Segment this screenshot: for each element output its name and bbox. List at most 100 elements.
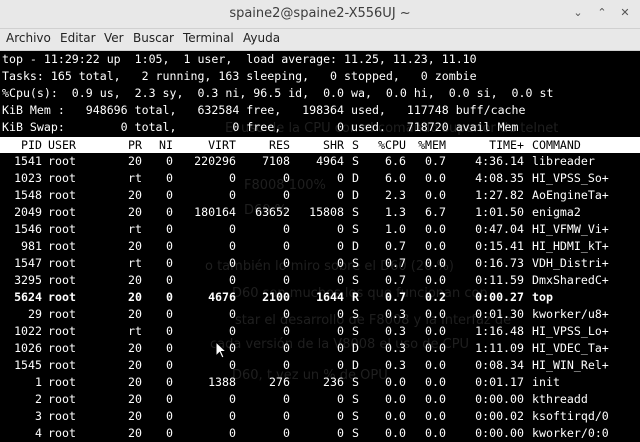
cell-shr: 1644 bbox=[316, 290, 344, 304]
minimize-icon[interactable]: ⌄ bbox=[570, 5, 586, 21]
cell-command: top bbox=[532, 290, 553, 304]
cell-cpu: 6.0 bbox=[385, 171, 406, 185]
cell-user: root bbox=[48, 341, 76, 355]
cell-shr: 15808 bbox=[309, 205, 344, 219]
menu-ayuda[interactable]: Ayuda bbox=[243, 31, 280, 45]
cell-user: root bbox=[48, 273, 76, 287]
cell-shr: 0 bbox=[337, 222, 344, 236]
cell-virt: 1388 bbox=[208, 375, 236, 389]
cell-pr: rt bbox=[128, 171, 142, 185]
cell-pid: 1541 bbox=[14, 154, 42, 168]
cell-shr: 0 bbox=[337, 256, 344, 270]
cell-state: D bbox=[352, 171, 359, 185]
cell-state: S bbox=[352, 222, 359, 236]
cell-shr: 0 bbox=[337, 239, 344, 253]
cell-pid: 1 bbox=[35, 375, 42, 389]
cell-pr: 20 bbox=[128, 154, 142, 168]
cell-user: root bbox=[48, 256, 76, 270]
cell-virt: 0 bbox=[229, 324, 236, 338]
menu-buscar[interactable]: Buscar bbox=[133, 31, 174, 45]
cell-state: S bbox=[352, 392, 359, 406]
cell-mem: 0.2 bbox=[425, 290, 446, 304]
cell-command: HI_VFMW_Vi+ bbox=[532, 222, 609, 236]
cell-command: HI_VPSS_Lo+ bbox=[532, 324, 609, 338]
cell-res: 0 bbox=[283, 324, 290, 338]
cell-pr: rt bbox=[128, 256, 142, 270]
cell-res: 0 bbox=[283, 273, 290, 287]
cell-pid: 29 bbox=[28, 307, 42, 321]
title-bar[interactable]: spaine2@spaine2-X556UJ ~ ⌄ ⌃ ✕ bbox=[0, 0, 640, 29]
table-row: 2049 root 20 0 180164 63652 15808 S 1.3 6.7 1:01.5… bbox=[0, 204, 640, 221]
table-row: 1023 root rt 0 0 0 0 D 6.0 0.0 4:08.35 HI_VPSS_So+ bbox=[0, 170, 640, 187]
menu-archivo[interactable]: Archivo bbox=[6, 31, 51, 45]
cell-time: 0:00.02 bbox=[475, 409, 524, 423]
cell-ni: 0 bbox=[166, 341, 173, 355]
cell-pr: 20 bbox=[128, 188, 142, 202]
cell-ni: 0 bbox=[166, 239, 173, 253]
cell-virt: 4676 bbox=[208, 290, 236, 304]
cell-res: 0 bbox=[283, 188, 290, 202]
cell-command: HI_VPSS_So+ bbox=[532, 171, 609, 185]
cell-virt: 0 bbox=[229, 222, 236, 236]
cell-res: 276 bbox=[269, 375, 290, 389]
cell-shr: 0 bbox=[337, 409, 344, 423]
cell-ni: 0 bbox=[166, 324, 173, 338]
cell-shr: 0 bbox=[337, 307, 344, 321]
cell-time: 0:00.00 bbox=[475, 392, 524, 406]
cell-virt: 0 bbox=[229, 307, 236, 321]
cell-command: VDH_Distri+ bbox=[532, 256, 609, 270]
cell-user: root bbox=[48, 239, 76, 253]
cell-cpu: 0.0 bbox=[385, 375, 406, 389]
cell-state: S bbox=[352, 307, 359, 321]
cell-pr: 20 bbox=[128, 426, 142, 440]
cell-virt: 180164 bbox=[194, 205, 236, 219]
col-shr: SHR bbox=[323, 138, 344, 152]
menu-terminal[interactable]: Terminal bbox=[183, 31, 234, 45]
maximize-icon[interactable]: ⌃ bbox=[594, 5, 610, 21]
cell-cpu: 0.3 bbox=[385, 341, 406, 355]
cell-shr: 236 bbox=[323, 375, 344, 389]
cell-state: S bbox=[352, 409, 359, 423]
menu-editar[interactable]: Editar bbox=[60, 31, 96, 45]
cell-virt: 0 bbox=[229, 256, 236, 270]
summary-swap: KiB Swap: 0 total, 0 free, 0 used. 71872… bbox=[2, 120, 519, 134]
cell-pid: 981 bbox=[21, 239, 42, 253]
cell-command: HI_HDMI_kT+ bbox=[532, 239, 609, 253]
cell-ni: 0 bbox=[166, 171, 173, 185]
cell-virt: 0 bbox=[229, 171, 236, 185]
cell-mem: 0.0 bbox=[425, 375, 446, 389]
cell-state: D bbox=[352, 358, 359, 372]
cell-ni: 0 bbox=[166, 222, 173, 236]
cell-shr: 0 bbox=[337, 188, 344, 202]
menu-ver[interactable]: Ver bbox=[104, 31, 124, 45]
cell-shr: 4964 bbox=[316, 154, 344, 168]
table-row: 1547 root rt 0 0 0 0 S 0.7 0.0 0:16.73 VDH_Distri+ bbox=[0, 255, 640, 272]
table-row: 3 root 20 0 0 0 0 S 0.0 0.0 0:00.02 ksoftirqd/0 bbox=[0, 408, 640, 425]
cell-pr: 20 bbox=[128, 205, 142, 219]
col-pr: PR bbox=[128, 138, 142, 152]
cell-ni: 0 bbox=[166, 392, 173, 406]
table-row: 2 root 20 0 0 0 0 S 0.0 0.0 0:00.00 kthreadd bbox=[0, 391, 640, 408]
cell-virt: 0 bbox=[229, 426, 236, 440]
cell-time: 0:11.59 bbox=[475, 273, 524, 287]
cell-time: 4:36.14 bbox=[475, 154, 524, 168]
cell-cpu: 1.0 bbox=[385, 222, 406, 236]
cell-pr: 20 bbox=[128, 341, 142, 355]
cell-mem: 0.0 bbox=[425, 358, 446, 372]
terminal-area[interactable]: El uso de la CPU con el comando superior… bbox=[0, 51, 640, 440]
cell-mem: 0.0 bbox=[425, 188, 446, 202]
cell-res: 0 bbox=[283, 409, 290, 423]
close-icon[interactable]: ✕ bbox=[617, 5, 633, 21]
cell-mem: 0.7 bbox=[425, 154, 446, 168]
cell-cpu: 0.7 bbox=[385, 273, 406, 287]
summary-mem: KiB Mem : 948696 total, 632584 free, 198… bbox=[2, 103, 526, 117]
cell-time: 0:00.00 bbox=[475, 426, 524, 440]
cell-mem: 0.0 bbox=[425, 256, 446, 270]
cell-pr: 20 bbox=[128, 290, 142, 304]
cell-state: S bbox=[352, 426, 359, 440]
cell-time: 0:01.30 bbox=[475, 307, 524, 321]
cell-res: 0 bbox=[283, 256, 290, 270]
cell-mem: 0.0 bbox=[425, 307, 446, 321]
cell-command: libreader bbox=[532, 154, 595, 168]
cell-pid: 1546 bbox=[14, 222, 42, 236]
